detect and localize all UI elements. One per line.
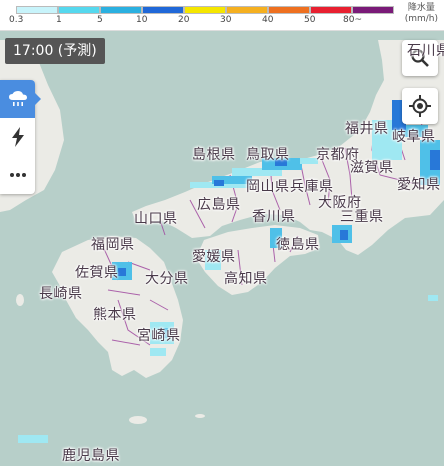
pref-label-hiroshima: 広島県 [197,197,241,213]
rain-radar-map[interactable] [0,0,444,466]
legend-swatch [310,6,352,14]
pref-label-okayama: 岡山県 [246,179,290,195]
legend-tick: 50 [304,15,316,25]
precipitation-legend: 0.3 1 5 10 20 30 40 50 80~ 降水量 (mm/h) [0,0,444,31]
pref-label-gifu: 岐阜県 [392,129,436,145]
legend-unit: 降水量 (mm/h) [405,3,438,25]
more-options-button[interactable] [0,156,35,194]
pref-label-ishikawa: 石川県 [407,43,444,59]
pref-label-shimane: 島根県 [192,147,236,163]
pref-label-kumamoto: 熊本県 [93,307,137,323]
pref-label-fukui: 福井県 [345,121,389,137]
legend-swatch [16,6,58,14]
pref-label-kagoshima: 鹿児島県 [62,448,120,464]
lightning-layer-button[interactable] [0,118,35,156]
pref-label-shiga: 滋賀県 [350,160,394,176]
pref-label-aichi: 愛知県 [397,177,441,193]
pref-label-oita: 大分県 [145,271,189,287]
rain-cloud-icon [8,91,27,106]
legend-swatch [226,6,268,14]
legend-tick: 80~ [343,15,362,25]
locate-icon [409,95,431,117]
pref-label-kochi: 高知県 [224,271,268,287]
legend-swatch [352,6,394,14]
pref-label-miyazaki: 宮崎県 [137,328,181,344]
legend-unit-value: (mm/h) [404,14,438,24]
legend-swatch [268,6,310,14]
forecast-time-label: 17:00 (予測) [5,38,105,64]
legend-swatch [58,6,100,14]
lightning-icon [11,127,24,147]
legend-tick: 10 [136,15,148,25]
legend-tick: 1 [56,15,62,25]
legend-tick: 20 [178,15,190,25]
legend-swatch [184,6,226,14]
legend-tick: 5 [97,15,103,25]
pref-label-nagasaki: 長崎県 [39,286,83,302]
legend-tick: 30 [220,15,232,25]
pref-label-tottori: 鳥取県 [246,147,290,163]
legend-unit-title: 降水量 [407,3,435,13]
pref-label-mie: 三重県 [340,209,384,225]
pref-label-kagawa: 香川県 [252,209,296,225]
pref-label-saga: 佐賀県 [75,265,119,281]
pref-label-fukuoka: 福岡県 [91,237,135,253]
legend-swatch [100,6,142,14]
rain-layer-button[interactable] [0,80,41,118]
legend-swatch [142,6,184,14]
legend-tick: 0.3 [9,15,24,25]
layer-menu [0,80,41,194]
more-icon [9,173,26,177]
pref-label-tokushima: 徳島県 [276,237,320,253]
pref-label-yamaguchi: 山口県 [134,211,178,227]
legend-tick: 40 [262,15,274,25]
current-location-button[interactable] [402,88,438,124]
pref-label-ehime: 愛媛県 [192,249,236,265]
